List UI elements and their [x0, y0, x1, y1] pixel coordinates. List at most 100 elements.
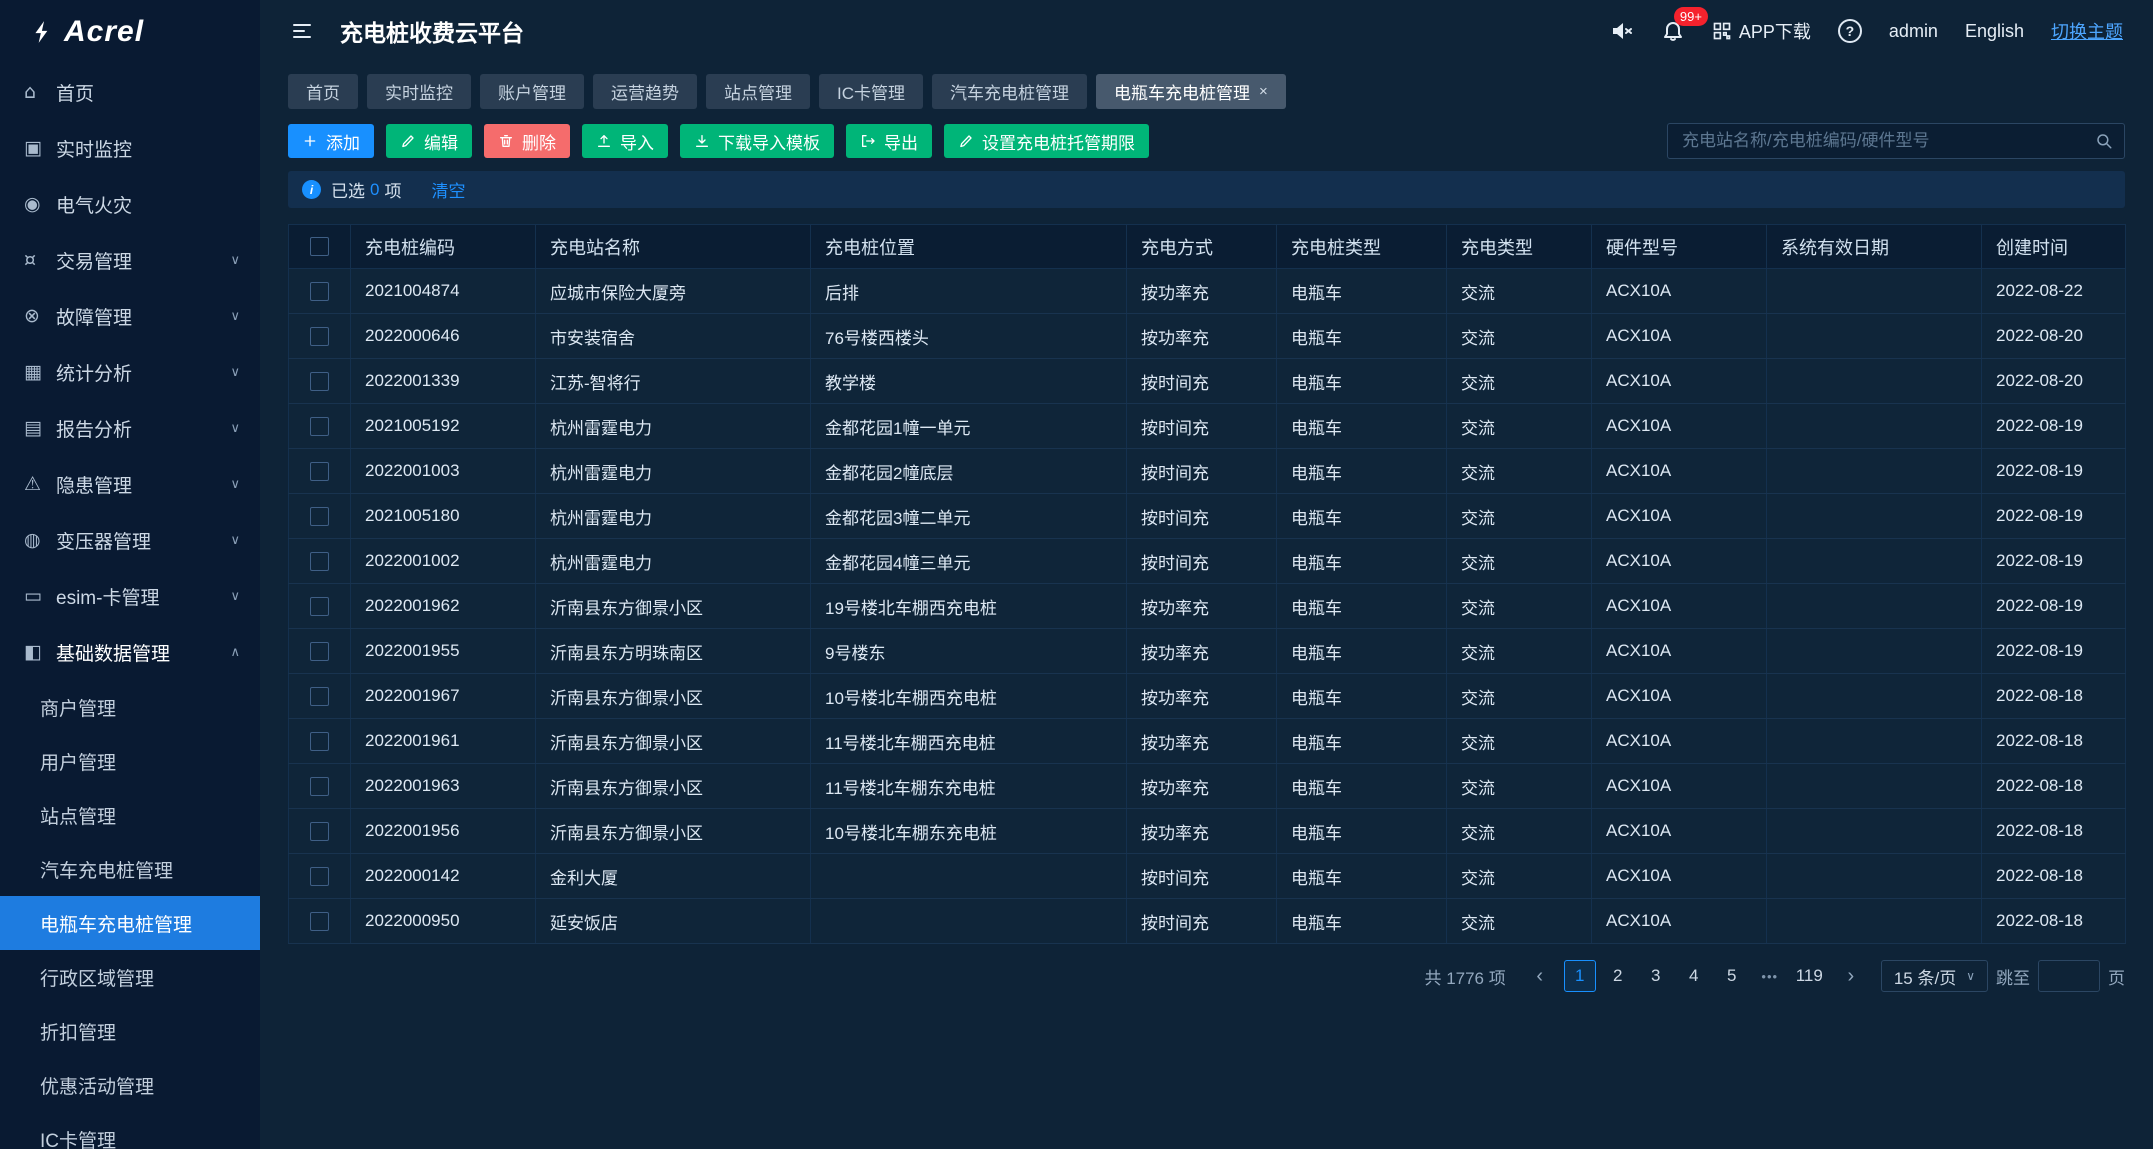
toolbar-buttons: 添加 编辑 删除 导入下载导入模板 导出 设置充电桩托管期限 [288, 124, 1149, 158]
tab-2[interactable]: 账户管理 [480, 74, 584, 109]
button-label: 删除 [522, 129, 556, 154]
sidebar-subitem-0[interactable]: 商户管理 [0, 680, 260, 734]
toolbar-button-6[interactable]: 设置充电桩托管期限 [944, 124, 1149, 158]
table-cell: 金都花园1幢一单元 [811, 404, 1127, 449]
row-checkbox[interactable] [310, 822, 329, 841]
tab-3[interactable]: 运营趋势 [593, 74, 697, 109]
search-input[interactable] [1667, 123, 2125, 159]
tab-label: 汽车充电桩管理 [950, 79, 1069, 104]
row-checkbox[interactable] [310, 282, 329, 301]
table-cell: 后排 [811, 269, 1127, 314]
row-checkbox[interactable] [310, 642, 329, 661]
row-checkbox-cell [289, 674, 351, 719]
language-switch[interactable]: English [1965, 21, 2024, 42]
sidebar-item-2[interactable]: ◉电气火灾 [0, 176, 260, 232]
toolbar-button-4[interactable]: 下载导入模板 [680, 124, 834, 158]
sidebar-item-0[interactable]: ⌂首页 [0, 64, 260, 120]
table-cell: ACX10A [1592, 854, 1767, 899]
app-download-label: APP下载 [1739, 18, 1811, 44]
table-cell: 电瓶车 [1277, 809, 1447, 854]
row-checkbox[interactable] [310, 687, 329, 706]
sidebar-subitem-8[interactable]: IC卡管理 [0, 1112, 260, 1149]
prev-page-icon[interactable]: ‹ [1524, 960, 1556, 992]
help-icon[interactable]: ? [1838, 19, 1862, 43]
sidebar-subitem-5[interactable]: 行政区域管理 [0, 950, 260, 1004]
page-size-select[interactable]: 15 条/页 ∨ [1881, 960, 1988, 992]
table-cell: 沂南县东方御景小区 [536, 809, 811, 854]
toolbar-button-5[interactable]: 导出 [846, 124, 932, 158]
row-checkbox[interactable] [310, 777, 329, 796]
stats-icon: ▦ [24, 361, 56, 383]
app-download-button[interactable]: APP下载 [1712, 18, 1811, 44]
row-checkbox[interactable] [310, 732, 329, 751]
clear-selection-link[interactable]: 清空 [431, 177, 465, 202]
page-button-1[interactable]: 1 [1564, 960, 1596, 992]
toolbar-button-3[interactable]: 导入 [582, 124, 668, 158]
toolbar-button-2[interactable]: 删除 [484, 124, 570, 158]
sidebar-item-4[interactable]: ⊗故障管理∨ [0, 288, 260, 344]
sidebar-item-5[interactable]: ▦统计分析∨ [0, 344, 260, 400]
select-all-checkbox[interactable] [310, 237, 329, 256]
sidebar-item-8[interactable]: ◍变压器管理∨ [0, 512, 260, 568]
tab-4[interactable]: 站点管理 [706, 74, 810, 109]
page-button-3[interactable]: 3 [1640, 960, 1672, 992]
sidebar-subitem-3[interactable]: 汽车充电桩管理 [0, 842, 260, 896]
column-header: 系统有效日期 [1767, 225, 1982, 269]
row-checkbox[interactable] [310, 507, 329, 526]
row-checkbox[interactable] [310, 462, 329, 481]
table-cell [1767, 449, 1982, 494]
speaker-mute-icon[interactable] [1610, 19, 1634, 43]
row-checkbox[interactable] [310, 912, 329, 931]
sidebar-item-6[interactable]: ▤报告分析∨ [0, 400, 260, 456]
jump-page-input[interactable] [2038, 960, 2100, 992]
tab-5[interactable]: IC卡管理 [819, 74, 923, 109]
page-button-2[interactable]: 2 [1602, 960, 1634, 992]
search-icon[interactable] [2095, 132, 2113, 150]
table-cell: 杭州雷霆电力 [536, 449, 811, 494]
sidebar-subitem-4[interactable]: 电瓶车充电桩管理 [0, 896, 260, 950]
row-checkbox[interactable] [310, 867, 329, 886]
sidebar-item-1[interactable]: ▣实时监控 [0, 120, 260, 176]
table-cell: ACX10A [1592, 359, 1767, 404]
theme-switch-link[interactable]: 切换主题 [2051, 18, 2123, 44]
tab-7[interactable]: 电瓶车充电桩管理 × [1096, 74, 1286, 109]
toolbar-button-1[interactable]: 编辑 [386, 124, 472, 158]
sidebar-subitem-6[interactable]: 折扣管理 [0, 1004, 260, 1058]
username[interactable]: admin [1889, 21, 1938, 42]
database-icon: ◧ [24, 641, 56, 663]
sidebar-item-label: 隐患管理 [56, 471, 230, 498]
chevron-down-icon: ∨ [230, 309, 240, 324]
sidebar-subitem-2[interactable]: 站点管理 [0, 788, 260, 842]
tab-close-icon[interactable]: × [1259, 83, 1268, 100]
sidebar-item-3[interactable]: ¤交易管理∨ [0, 232, 260, 288]
notifications-button[interactable]: 99+ [1661, 19, 1685, 43]
row-checkbox[interactable] [310, 597, 329, 616]
table-cell: ACX10A [1592, 899, 1767, 944]
toolbar-button-0[interactable]: 添加 [288, 124, 374, 158]
table-cell: 沂南县东方御景小区 [536, 674, 811, 719]
tab-1[interactable]: 实时监控 [367, 74, 471, 109]
next-page-icon[interactable]: › [1835, 960, 1867, 992]
row-checkbox[interactable] [310, 372, 329, 391]
page-button-5[interactable]: 5 [1716, 960, 1748, 992]
sidebar-item-7[interactable]: ⚠隐患管理∨ [0, 456, 260, 512]
row-checkbox[interactable] [310, 417, 329, 436]
row-checkbox[interactable] [310, 552, 329, 571]
page-button-4[interactable]: 4 [1678, 960, 1710, 992]
table-cell: 交流 [1447, 899, 1592, 944]
sidebar-subitem-1[interactable]: 用户管理 [0, 734, 260, 788]
table-cell: 10号楼北车棚西充电桩 [811, 674, 1127, 719]
button-label: 编辑 [424, 129, 458, 154]
table-cell: 按时间充 [1127, 494, 1277, 539]
row-checkbox[interactable] [310, 327, 329, 346]
tab-0[interactable]: 首页 [288, 74, 358, 109]
sidebar-item-10[interactable]: ◧基础数据管理∧ [0, 624, 260, 680]
tab-label: 电瓶车充电桩管理 [1114, 79, 1250, 104]
page-button-119[interactable]: 119 [1792, 960, 1827, 992]
tab-6[interactable]: 汽车充电桩管理 [932, 74, 1087, 109]
table-cell: 按功率充 [1127, 269, 1277, 314]
sidebar-collapse-icon[interactable] [290, 19, 314, 43]
sidebar-item-9[interactable]: ▭esim-卡管理∨ [0, 568, 260, 624]
sidebar-subitem-7[interactable]: 优惠活动管理 [0, 1058, 260, 1112]
button-label: 导出 [884, 129, 918, 154]
